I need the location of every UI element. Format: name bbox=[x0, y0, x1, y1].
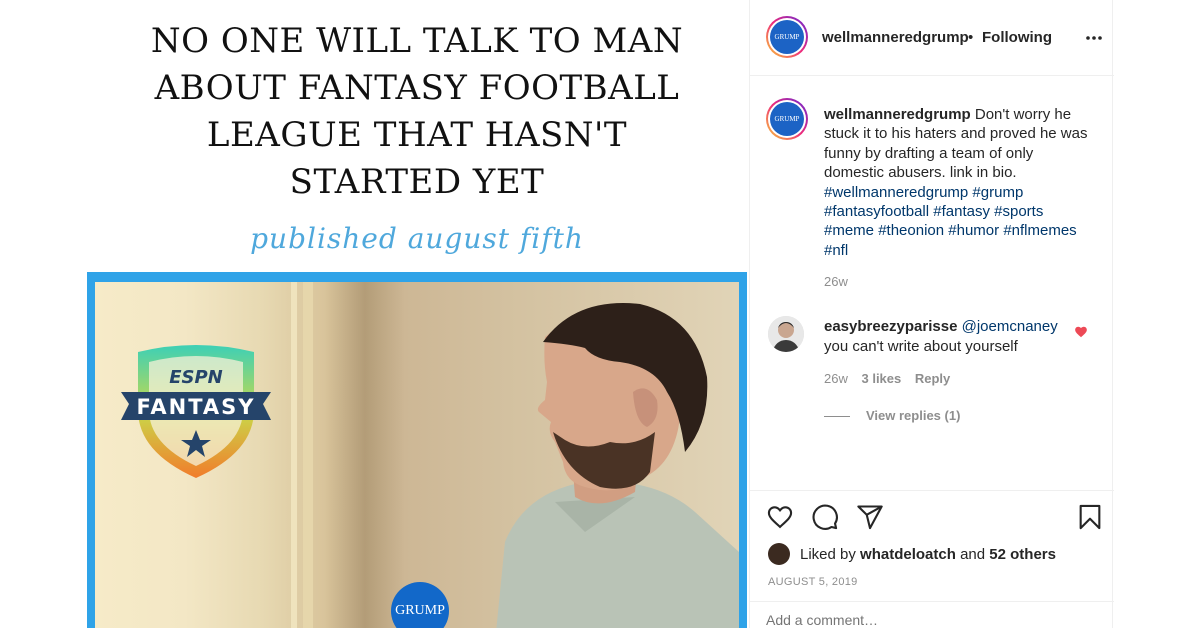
hashtag-link[interactable]: #nflmemes bbox=[1003, 222, 1076, 239]
avatar[interactable]: GRUMP bbox=[766, 16, 808, 58]
caption-username-link[interactable]: wellmanneredgrump bbox=[824, 106, 971, 123]
liked-by-and: and bbox=[960, 546, 986, 563]
comment-text: easybreezyparisse @joemcnaney you can't … bbox=[824, 317, 1064, 357]
comment-timestamp[interactable]: 26w bbox=[824, 371, 848, 386]
hashtag-link[interactable]: #meme bbox=[824, 222, 874, 239]
man-in-profile-photo bbox=[496, 303, 739, 628]
comment-body: you can't write about yourself bbox=[824, 338, 1018, 355]
post-header: GRUMP wellmanneredgrump • Following bbox=[750, 0, 1114, 76]
view-replies-button[interactable]: View replies (1) bbox=[824, 408, 960, 423]
post-actions: Liked by whatdeloatch and 52 others AUGU… bbox=[750, 490, 1114, 628]
comment-meta: 26w 3 likes Reply bbox=[824, 371, 960, 386]
post-media[interactable]: NO ONE WILL TALK TO MAN ABOUT FANTASY FO… bbox=[0, 0, 748, 628]
badge-brand: ESPN bbox=[169, 367, 223, 388]
post-details-panel: GRUMP wellmanneredgrump • Following GRUM… bbox=[749, 0, 1114, 628]
window-frame bbox=[303, 282, 313, 628]
caption-text: wellmanneredgrump Don't worry he stuck i… bbox=[824, 105, 1094, 260]
headline-line: NO ONE WILL TALK TO MAN bbox=[150, 21, 684, 61]
comment-likes-count[interactable]: 3 likes bbox=[861, 371, 901, 386]
comment-username-link[interactable]: easybreezyparisse bbox=[824, 318, 957, 335]
headline-line: STARTED YET bbox=[289, 162, 545, 202]
add-comment-bar bbox=[750, 601, 1114, 628]
replies-divider bbox=[824, 416, 850, 418]
window-frame bbox=[291, 282, 297, 628]
post-subline: published august fifth bbox=[250, 222, 584, 255]
badge-text: FANTASY bbox=[136, 395, 255, 419]
hashtag-link[interactable]: #wellmanneredgrump bbox=[824, 184, 968, 201]
separator-dot: • bbox=[968, 29, 974, 46]
post-date[interactable]: AUGUST 5, 2019 bbox=[768, 576, 858, 588]
hashtag-link[interactable]: #fantasy bbox=[933, 203, 990, 220]
avatar-logo-text: GRUMP bbox=[770, 102, 804, 136]
comment-bubble-icon[interactable] bbox=[811, 503, 839, 531]
photo-frame: ESPN FANTASY GRUMP bbox=[87, 272, 747, 628]
share-send-icon[interactable] bbox=[856, 503, 884, 531]
more-horizontal-icon[interactable] bbox=[1084, 28, 1104, 48]
hashtag-link[interactable]: #theonion bbox=[878, 222, 944, 239]
espn-fantasy-badge: ESPN FANTASY bbox=[121, 345, 271, 478]
post-headline: NO ONE WILL TALK TO MAN ABOUT FANTASY FO… bbox=[87, 18, 747, 206]
avatar[interactable]: GRUMP bbox=[766, 98, 808, 140]
hashtag-link[interactable]: #nfl bbox=[824, 242, 848, 259]
bookmark-icon[interactable] bbox=[1076, 503, 1104, 531]
liked-by-prefix: Liked by bbox=[800, 546, 856, 563]
view-replies-label: View replies (1) bbox=[866, 408, 961, 423]
add-comment-input[interactable] bbox=[766, 612, 1066, 628]
logo-text: GRUMP bbox=[395, 603, 445, 618]
post-photo: ESPN FANTASY GRUMP bbox=[95, 282, 739, 628]
avatar-logo-text: GRUMP bbox=[770, 20, 804, 54]
headline-line: ABOUT FANTASY FOOTBALL bbox=[154, 68, 680, 108]
header-username-link[interactable]: wellmanneredgrump bbox=[822, 29, 969, 46]
headline-line: LEAGUE THAT HASN'T bbox=[206, 115, 628, 155]
caption-timestamp[interactable]: 26w bbox=[824, 274, 848, 289]
hashtag-link[interactable]: #humor bbox=[948, 222, 999, 239]
hashtag-link[interactable]: #grump bbox=[972, 184, 1023, 201]
likes-others-link[interactable]: 52 others bbox=[989, 546, 1056, 563]
commenter-avatar[interactable] bbox=[768, 316, 804, 352]
liker-avatar[interactable] bbox=[768, 543, 790, 565]
heart-outline-icon[interactable] bbox=[766, 503, 794, 531]
hashtag-link[interactable]: #sports bbox=[994, 203, 1043, 220]
hashtag-link[interactable]: #fantasyfootball bbox=[824, 203, 929, 220]
photo-shadow bbox=[325, 282, 405, 628]
following-button[interactable]: Following bbox=[982, 29, 1052, 46]
mention-link[interactable]: @joemcnaney bbox=[962, 318, 1058, 335]
liker-username-link[interactable]: whatdeloatch bbox=[860, 546, 956, 563]
liked-by-text: Liked by whatdeloatch and 52 others bbox=[800, 546, 1056, 563]
comment-like-heart-icon[interactable] bbox=[1074, 325, 1088, 339]
reply-button[interactable]: Reply bbox=[915, 371, 950, 386]
